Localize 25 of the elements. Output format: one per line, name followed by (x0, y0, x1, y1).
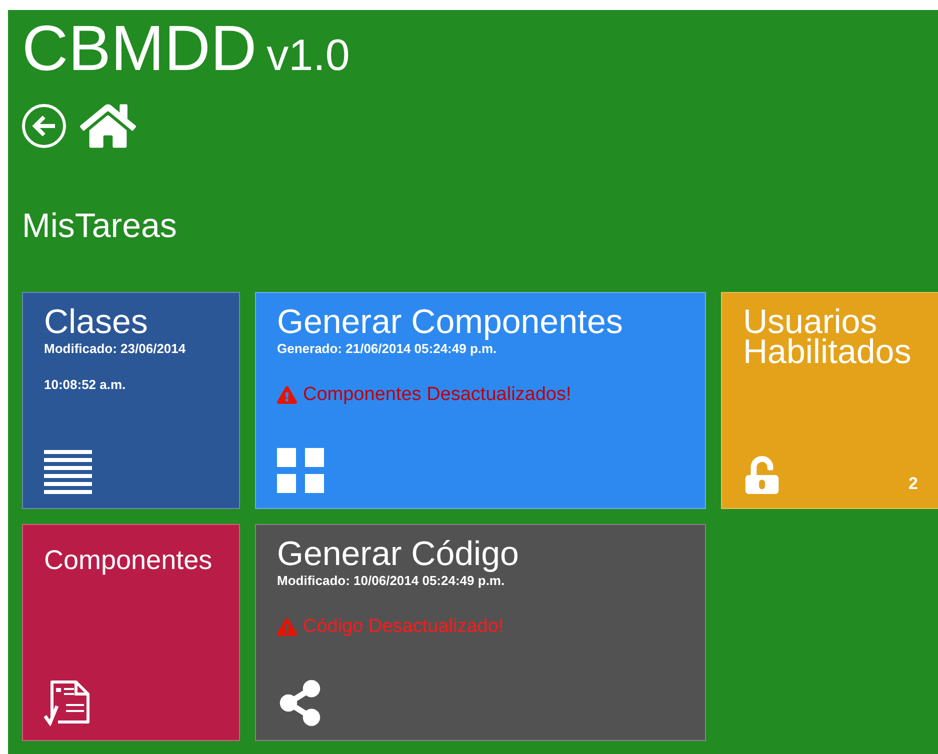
app-version: v1.0 (266, 31, 350, 81)
back-arrow-icon (31, 115, 57, 137)
unlocked-padlock-icon (743, 456, 781, 494)
tile-title: Componentes (44, 544, 214, 577)
warning-text: Componentes Desactualizados! (303, 383, 572, 407)
tile[interactable]: Generar Componentes Generado: 21/06/2014 05:24:49 p.m. Componentes Desactualizados! (255, 292, 706, 509)
tile[interactable]: Componentes (22, 524, 240, 741)
tile-subtitle: Generado: 21/06/2014 05:24:49 p.m. (277, 340, 498, 358)
tile-title: Usuarios Habilitados (743, 307, 912, 367)
warning-text: Código Desactualizado! (303, 615, 504, 639)
document-checkmark-icon (44, 678, 90, 726)
tile-subtitle: Modificado: 10/06/2014 05:24:49 p.m. (277, 572, 506, 590)
share-icon (277, 680, 323, 726)
tile-title: Clases (44, 307, 149, 337)
back-button[interactable] (22, 104, 66, 148)
section-title: MisTareas (22, 206, 178, 246)
warning-icon (277, 617, 297, 638)
tile[interactable]: Generar Código Modificado: 10/06/2014 05:24:49 p.m. Código Desactualizado! (255, 524, 706, 741)
grid-icon (277, 448, 325, 494)
user-count: 2 (908, 472, 918, 494)
warning-icon (277, 385, 297, 406)
app-title: CBMDD (22, 12, 257, 84)
tile[interactable]: Clases Modificado: 23/06/2014 10:08:52 a.m. (22, 292, 240, 509)
list-icon (44, 450, 92, 494)
tile-subtitle: Modificado: 23/06/2014 10:08:52 a.m. (44, 340, 187, 394)
